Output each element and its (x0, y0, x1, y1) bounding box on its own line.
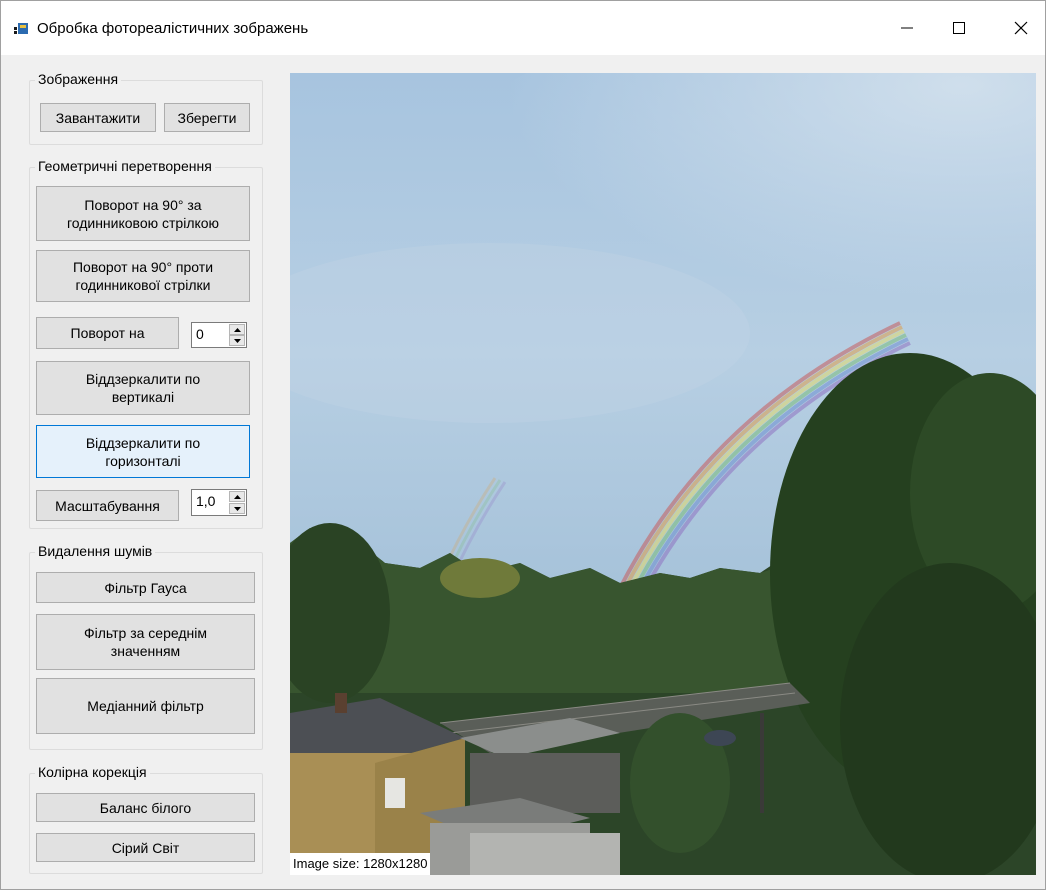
rotate-ccw-button[interactable]: Поворот на 90° проти годинникової стрілк… (36, 250, 250, 302)
scale-up-button[interactable] (229, 491, 245, 502)
maximize-icon (953, 22, 965, 34)
title-bar[interactable]: Обробка фотореалістичних зображень (1, 1, 1045, 55)
scale-button[interactable]: Масштабування (36, 490, 179, 521)
minimize-icon (901, 27, 913, 29)
image-size-label: Image size: 1280x1280 (290, 853, 431, 875)
rotate-cw-button[interactable]: Поворот на 90° за годинниковою стрілкою (36, 186, 250, 241)
rotate-angle-spinner[interactable]: 0 (191, 322, 247, 348)
median-filter-button[interactable]: Медіанний фільтр (36, 678, 255, 734)
rotate-angle-arrows (229, 324, 245, 346)
flip-vertical-button[interactable]: Віддзеркалити по вертикалі (36, 361, 250, 415)
scale-arrows (229, 491, 245, 514)
mean-filter-button[interactable]: Фільтр за середнім значенням (36, 614, 255, 670)
arrow-down-icon (233, 506, 241, 511)
photo-rainbow-landscape (290, 73, 1036, 875)
rotate-by-button[interactable]: Поворот на (36, 317, 179, 349)
close-button[interactable] (991, 1, 1045, 55)
noise-group-label: Видалення шумів (35, 543, 156, 559)
gauss-filter-button[interactable]: Фільтр Гауса (36, 572, 255, 603)
scale-down-button[interactable] (229, 503, 245, 514)
load-button[interactable]: Завантажити (40, 103, 156, 132)
arrow-up-icon (233, 494, 241, 499)
scale-spinner[interactable]: 1,0 (191, 489, 247, 516)
minimize-button[interactable] (877, 1, 937, 55)
rotate-angle-down-button[interactable] (229, 335, 245, 346)
arrow-up-icon (233, 327, 241, 332)
flip-horizontal-button[interactable]: Віддзеркалити по горизонталі (36, 425, 250, 478)
close-icon (1014, 21, 1028, 35)
app-window: Обробка фотореалістичних зображень Зобра… (0, 0, 1046, 890)
rotate-angle-up-button[interactable] (229, 324, 245, 335)
window-title: Обробка фотореалістичних зображень (37, 20, 309, 37)
color-group-label: Колірна корекція (35, 764, 150, 780)
app-icon (14, 23, 28, 34)
gray-world-button[interactable]: Сірий Світ (36, 833, 255, 862)
image-group-label: Зображення (35, 71, 122, 87)
rotate-angle-value: 0 (196, 326, 204, 342)
white-balance-button[interactable]: Баланс білого (36, 793, 255, 822)
arrow-down-icon (233, 338, 241, 343)
save-button[interactable]: Зберегти (164, 103, 250, 132)
image-preview[interactable] (290, 73, 1036, 875)
geometry-group-label: Геометричні перетворення (35, 158, 215, 174)
scale-value: 1,0 (196, 493, 216, 509)
maximize-button[interactable] (929, 1, 989, 55)
